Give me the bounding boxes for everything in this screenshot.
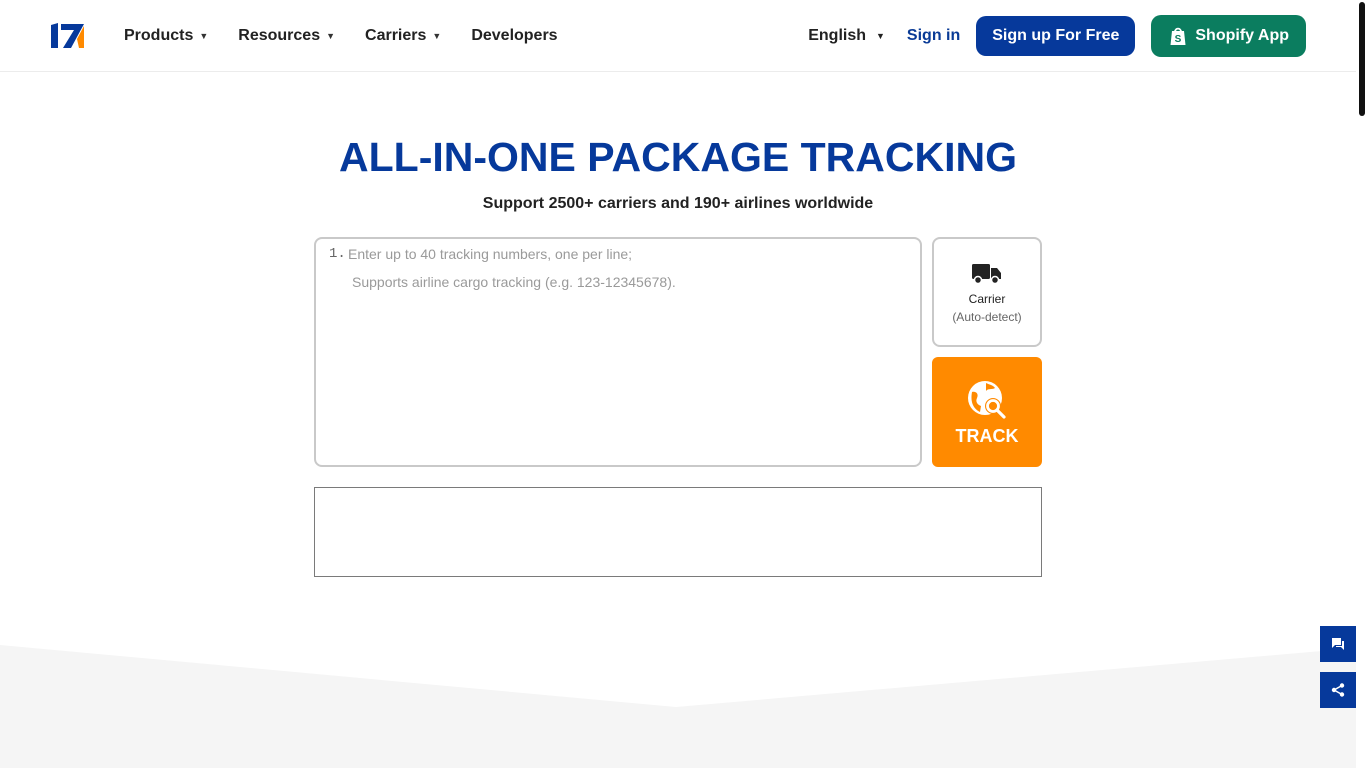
nav-products-label: Products [124,26,194,44]
shopify-label: Shopify App [1195,26,1289,44]
site-logo[interactable] [50,22,86,50]
input-placeholder-line1: Enter up to 40 tracking numbers, one per… [348,246,633,262]
caret-down-icon: ▼ [199,30,209,41]
shopify-bag-icon: S [1170,27,1186,45]
section-background [0,645,1356,768]
header-actions: English ▼ Sign in Sign up For Free S Sho… [808,0,1306,71]
nav-resources[interactable]: Resources ▼ [238,27,335,45]
globe-search-icon [968,381,1006,419]
signin-link[interactable]: Sign in [907,27,960,45]
signup-button[interactable]: Sign up For Free [976,15,1136,56]
carrier-selector[interactable]: Carrier (Auto-detect) [932,237,1042,347]
site-header: Products ▼ Resources ▼ Carriers ▼ Develo… [0,0,1356,72]
caret-down-icon: ▼ [432,30,442,41]
caret-down-icon: ▼ [876,30,885,41]
svg-text:S: S [1175,34,1182,45]
nav-products[interactable]: Products ▼ [124,27,208,45]
caret-down-icon: ▼ [326,30,336,41]
nav-carriers-label: Carriers [365,26,427,44]
track-label: TRACK [955,426,1019,446]
results-panel [314,487,1042,577]
share-icon [1331,683,1345,697]
carrier-label: Carrier [968,292,1006,306]
language-selector[interactable]: English ▼ [808,27,885,45]
language-label: English [808,26,866,44]
logo-17-icon [51,23,84,48]
track-button[interactable]: TRACK [932,357,1042,467]
page-scrollbar[interactable] [1356,0,1366,768]
shopify-app-button[interactable]: S Shopify App [1151,14,1306,57]
carrier-autodetect-label: (Auto-detect) [952,310,1022,324]
page-title: ALL-IN-ONE PACKAGE TRACKING [339,134,1017,180]
truck-icon [972,264,1001,285]
signup-label: Sign up For Free [992,26,1120,44]
nav-resources-label: Resources [238,26,321,44]
share-button[interactable] [1320,672,1356,708]
tracking-numbers-input[interactable]: 1. Enter up to 40 tracking numbers, one … [314,237,922,467]
nav-developers-label: Developers [471,26,558,44]
nav-carriers[interactable]: Carriers ▼ [365,27,441,45]
input-placeholder-line2: Supports airline cargo tracking (e.g. 12… [352,274,676,290]
chat-icon [1332,638,1344,650]
line-number: 1. [329,246,346,262]
scrollbar-thumb[interactable] [1359,2,1365,116]
nav-developers[interactable]: Developers [471,27,557,45]
feedback-button[interactable] [1320,626,1356,662]
page-subtitle: Support 2500+ carriers and 190+ airlines… [482,195,874,212]
main-nav: Products ▼ Resources ▼ Carriers ▼ Develo… [124,0,588,71]
